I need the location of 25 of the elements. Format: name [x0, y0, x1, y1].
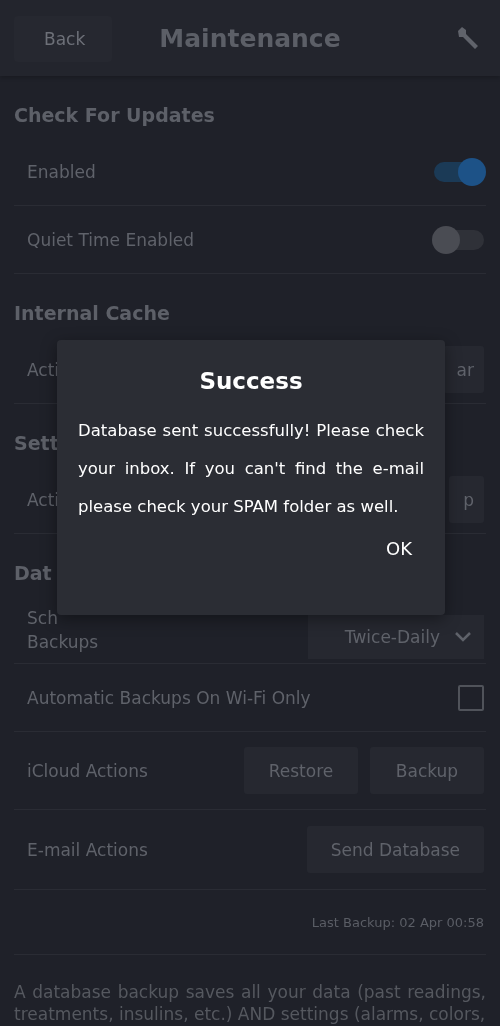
- action-button[interactable]: Send Database: [306, 826, 484, 873]
- setting-label: E-mail Actions: [27, 838, 148, 862]
- ok-button[interactable]: OK: [374, 532, 424, 565]
- action-button[interactable]: ar: [442, 346, 484, 393]
- checkbox[interactable]: [458, 684, 484, 711]
- setting-label: Sch Backups: [27, 606, 99, 654]
- last-backup-text: Last Backup: 02 Apr 00:58: [310, 914, 484, 930]
- action-button[interactable]: Backup: [370, 747, 484, 794]
- setting-label: Acti: [27, 358, 60, 382]
- section-heading: Sett: [14, 432, 59, 454]
- screen-title: Maintenance: [159, 23, 341, 53]
- section-heading: Check For Updates: [14, 104, 215, 126]
- action-button[interactable]: Restore: [244, 747, 358, 794]
- section-heading: Dat: [14, 562, 52, 584]
- setting-label: Acti: [27, 488, 60, 512]
- section-heading: Internal Cache: [14, 302, 170, 324]
- setting-label: Quiet Time Enabled: [27, 228, 195, 252]
- dialog-message: Database sent successfully! Please check your inbox. If you can't find the e-mail please check your SPAM folder as well.: [78, 420, 424, 518]
- setting-label: Automatic Backups On Wi-Fi Only: [27, 686, 311, 710]
- action-button[interactable]: p: [449, 476, 484, 523]
- setting-label: iCloud Actions: [27, 759, 148, 783]
- dialog-title: Success: [198, 368, 304, 394]
- chevron-icon: [454, 631, 472, 643]
- setting-label: Enabled: [27, 160, 96, 184]
- frequency-dropdown[interactable]: Twice-Daily: [308, 615, 484, 659]
